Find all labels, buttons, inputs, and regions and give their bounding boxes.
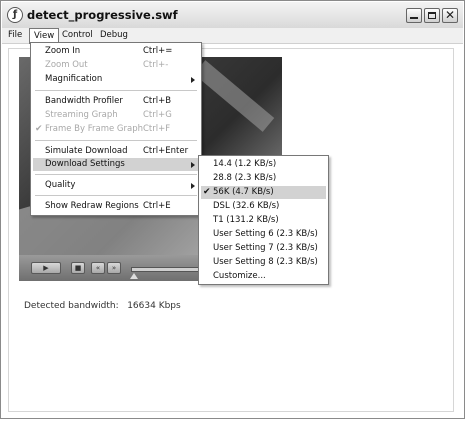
close-icon: ✕ <box>444 8 456 22</box>
fast-forward-button[interactable]: » <box>107 262 121 274</box>
menu-debug[interactable]: Debug <box>96 28 132 43</box>
menu-item-bandwidth-profiler[interactable]: Bandwidth Profiler Ctrl+B <box>33 95 199 108</box>
bandwidth-label: Detected bandwidth: <box>24 301 119 311</box>
menu-separator <box>35 195 197 196</box>
menu-control[interactable]: Control <box>58 28 97 43</box>
menu-item-download-settings[interactable]: Download Settings <box>33 158 199 171</box>
menu-separator <box>35 174 197 175</box>
submenu-arrow-icon <box>191 77 195 83</box>
download-option-t1[interactable]: T1 (131.2 KB/s) <box>201 214 326 227</box>
menu-item-magnification[interactable]: Magnification <box>33 73 199 86</box>
download-option-user-setting-8[interactable]: User Setting 8 (2.3 KB/s) <box>201 256 326 269</box>
download-option-user-setting-6[interactable]: User Setting 6 (2.3 KB/s) <box>201 228 326 241</box>
seek-thumb[interactable] <box>130 273 138 279</box>
minimize-icon <box>410 17 418 19</box>
maximize-button[interactable] <box>424 8 440 23</box>
video-streak <box>193 60 275 132</box>
menu-item-streaming-graph[interactable]: Streaming Graph Ctrl+G <box>33 109 199 122</box>
download-option-user-setting-7[interactable]: User Setting 7 (2.3 KB/s) <box>201 242 326 255</box>
submenu-arrow-icon <box>191 162 195 168</box>
rewind-button[interactable]: « <box>91 262 105 274</box>
menu-item-zoom-in[interactable]: Zoom In Ctrl+= <box>33 45 199 58</box>
window-title: detect_progressive.swf <box>27 8 178 22</box>
menu-item-show-redraw-regions[interactable]: Show Redraw Regions Ctrl+E <box>33 200 199 213</box>
play-button[interactable]: ▶ <box>31 262 61 274</box>
download-option-56k[interactable]: ✔ 56K (4.7 KB/s) <box>201 186 326 199</box>
stop-button[interactable]: ■ <box>71 262 85 274</box>
bandwidth-value: 16634 Kbps <box>127 301 181 311</box>
menu-item-frame-by-frame-graph[interactable]: ✔ Frame By Frame Graph Ctrl+F <box>33 123 199 136</box>
minimize-button[interactable] <box>406 8 422 23</box>
bandwidth-status: Detected bandwidth: 16634 Kbps <box>24 301 181 311</box>
submenu-arrow-icon <box>191 183 195 189</box>
download-option-14-4[interactable]: 14.4 (1.2 KB/s) <box>201 158 326 171</box>
menu-item-quality[interactable]: Quality <box>33 179 199 192</box>
close-button[interactable]: ✕ <box>442 8 458 23</box>
download-option-dsl[interactable]: DSL (32.6 KB/s) <box>201 200 326 213</box>
check-mark-icon: ✔ <box>203 187 211 197</box>
menu-separator <box>35 90 197 91</box>
maximize-icon <box>428 12 436 19</box>
menu-item-zoom-out[interactable]: Zoom Out Ctrl+- <box>33 59 199 72</box>
title-bar: ƒ detect_progressive.swf ✕ <box>2 2 463 29</box>
check-mark-icon: ✔ <box>35 124 43 134</box>
download-option-customize[interactable]: Customize... <box>201 270 326 283</box>
view-menu: Zoom In Ctrl+= Zoom Out Ctrl+- Magnifica… <box>30 42 202 216</box>
download-settings-menu: 14.4 (1.2 KB/s) 28.8 (2.3 KB/s) ✔ 56K (4… <box>198 155 329 285</box>
flash-player-icon: ƒ <box>7 7 23 23</box>
download-option-28-8[interactable]: 28.8 (2.3 KB/s) <box>201 172 326 185</box>
menu-file[interactable]: File <box>4 28 26 43</box>
menu-item-simulate-download[interactable]: Simulate Download Ctrl+Enter <box>33 145 199 158</box>
menu-separator <box>35 140 197 141</box>
